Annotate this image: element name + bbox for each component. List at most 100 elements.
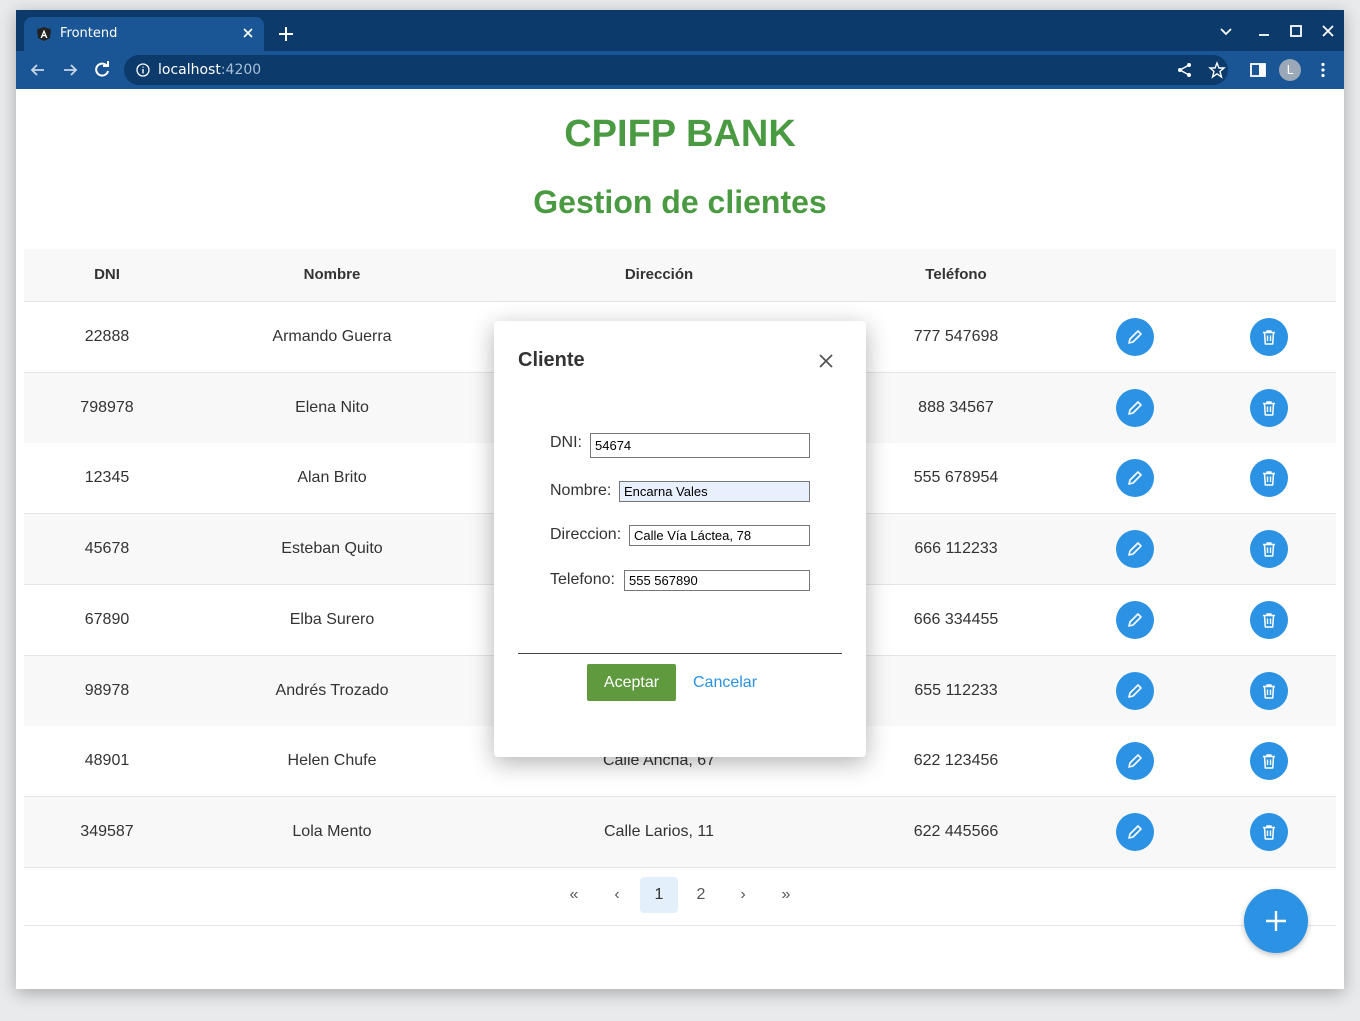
first-page-button[interactable]: «: [555, 877, 593, 913]
cell-dni: 798978: [80, 398, 134, 416]
header-dni: DNI: [94, 266, 120, 283]
edit-button[interactable]: [1116, 600, 1154, 639]
cell-telefono: 777 547698: [913, 328, 999, 345]
delete-button[interactable]: [1250, 530, 1288, 569]
delete-button[interactable]: [1250, 671, 1288, 710]
side-panel-icon[interactable]: [1249, 61, 1267, 79]
edit-button[interactable]: [1116, 459, 1154, 498]
pagination: « ‹ 1 2 › »: [24, 865, 1336, 926]
cell-dni: 22888: [84, 328, 130, 345]
trash-icon: [1263, 683, 1275, 699]
cell-nombre: Alan Brito: [297, 469, 367, 487]
cell-nombre: Helen Chufe: [287, 752, 377, 770]
edit-button[interactable]: [1116, 530, 1154, 569]
share-icon[interactable]: [1176, 61, 1194, 79]
table-row: 349587 Lola Mento Calle Larios, 11 622 4455…: [24, 796, 1336, 868]
modal-title: Cliente: [518, 349, 585, 371]
add-client-button[interactable]: [1244, 889, 1308, 953]
browser-window: Frontend localhost:4200 L CPIFP BANK Ges…: [16, 10, 1344, 989]
client-modal: Cliente DNI: Nombre: Direccion: Telefono…: [494, 321, 866, 757]
pencil-icon: [1128, 754, 1142, 768]
dni-field[interactable]: [590, 433, 810, 458]
edit-button[interactable]: [1116, 671, 1154, 710]
delete-button[interactable]: [1250, 742, 1288, 781]
delete-button[interactable]: [1250, 459, 1288, 498]
edit-button[interactable]: [1116, 388, 1154, 427]
next-page-button[interactable]: ›: [724, 877, 762, 913]
pencil-icon: [1128, 542, 1142, 556]
angular-logo-icon: [37, 27, 51, 41]
reload-icon[interactable]: [92, 60, 112, 80]
tab-title: Frontend: [60, 26, 118, 41]
cell-telefono: 666 112233: [914, 540, 998, 558]
trash-icon: [1263, 330, 1275, 345]
trash-icon: [1263, 825, 1275, 840]
delete-button[interactable]: [1250, 388, 1288, 427]
close-window-icon[interactable]: [1320, 23, 1336, 39]
url-text: localhost:4200: [158, 62, 261, 78]
cell-nombre: Armando Guerra: [272, 328, 392, 345]
pencil-icon: [1128, 612, 1142, 627]
page-subtitle: Gestion de clientes: [533, 184, 827, 220]
trash-icon: [1263, 754, 1275, 769]
cancel-button[interactable]: Cancelar: [690, 664, 760, 701]
nombre-field[interactable]: [619, 481, 810, 502]
edit-button[interactable]: [1116, 742, 1154, 781]
page-title: CPIFP BANK: [564, 113, 796, 155]
delete-button[interactable]: [1250, 600, 1288, 639]
modal-divider: [518, 653, 842, 654]
tab-frontend[interactable]: Frontend: [24, 17, 264, 51]
dni-label: DNI:: [550, 434, 582, 451]
cell-telefono: 666 334455: [913, 610, 999, 628]
maximize-icon[interactable]: [1288, 23, 1304, 39]
cell-telefono: 555 678954: [913, 469, 999, 487]
page-1-button[interactable]: 1: [640, 877, 678, 913]
edit-button[interactable]: [1116, 318, 1154, 356]
tab-bar: Frontend: [16, 10, 1344, 51]
telefono-label: Telefono:: [550, 571, 615, 588]
trash-icon: [1263, 542, 1275, 557]
telefono-field[interactable]: [624, 570, 810, 591]
prev-page-button[interactable]: ‹: [598, 877, 636, 913]
cell-dni: 67890: [84, 610, 130, 628]
cell-direccion: Calle Larios, 11: [604, 822, 714, 840]
delete-button[interactable]: [1250, 812, 1288, 851]
back-arrow-icon[interactable]: [28, 60, 48, 80]
cell-dni: 45678: [84, 540, 130, 558]
direccion-label: Direccion:: [550, 526, 622, 543]
plus-icon: [1266, 911, 1286, 931]
address-bar[interactable]: localhost:4200: [124, 55, 1228, 85]
new-tab-icon[interactable]: [276, 24, 296, 44]
edit-button[interactable]: [1116, 812, 1154, 851]
cell-nombre: Elena Nito: [295, 398, 369, 416]
kebab-menu-icon[interactable]: [1314, 61, 1332, 79]
accept-button[interactable]: Aceptar: [587, 664, 676, 701]
cell-nombre: Esteban Quito: [281, 540, 383, 558]
cell-dni: 98978: [84, 681, 130, 699]
page-2-button[interactable]: 2: [682, 877, 720, 913]
forward-arrow-icon[interactable]: [60, 60, 80, 80]
star-icon[interactable]: [1208, 61, 1226, 79]
cell-telefono: 622 123456: [913, 752, 999, 770]
trash-icon: [1263, 400, 1275, 416]
pencil-icon: [1128, 400, 1142, 415]
last-page-button[interactable]: »: [767, 877, 805, 913]
profile-avatar[interactable]: L: [1279, 59, 1301, 81]
cell-telefono: 622 445566: [913, 822, 999, 840]
browser-toolbar: localhost:4200 L: [16, 51, 1344, 89]
close-icon[interactable]: [816, 351, 836, 371]
pencil-icon: [1128, 825, 1142, 839]
close-tab-icon[interactable]: [240, 25, 256, 41]
url-port: :4200: [220, 62, 262, 78]
delete-button[interactable]: [1250, 318, 1288, 356]
pencil-icon: [1128, 683, 1142, 698]
page-content: CPIFP BANK Gestion de clientes DNI Nombr…: [16, 89, 1344, 989]
info-icon[interactable]: [136, 63, 150, 77]
direccion-field[interactable]: [629, 525, 810, 546]
cell-dni: 349587: [80, 822, 134, 840]
chevron-down-icon[interactable]: [1218, 23, 1234, 39]
pencil-icon: [1128, 471, 1142, 486]
table-header: DNI Nombre Dirección Teléfono: [24, 249, 1336, 302]
minimize-icon[interactable]: [1256, 23, 1272, 39]
trash-icon: [1263, 613, 1275, 628]
